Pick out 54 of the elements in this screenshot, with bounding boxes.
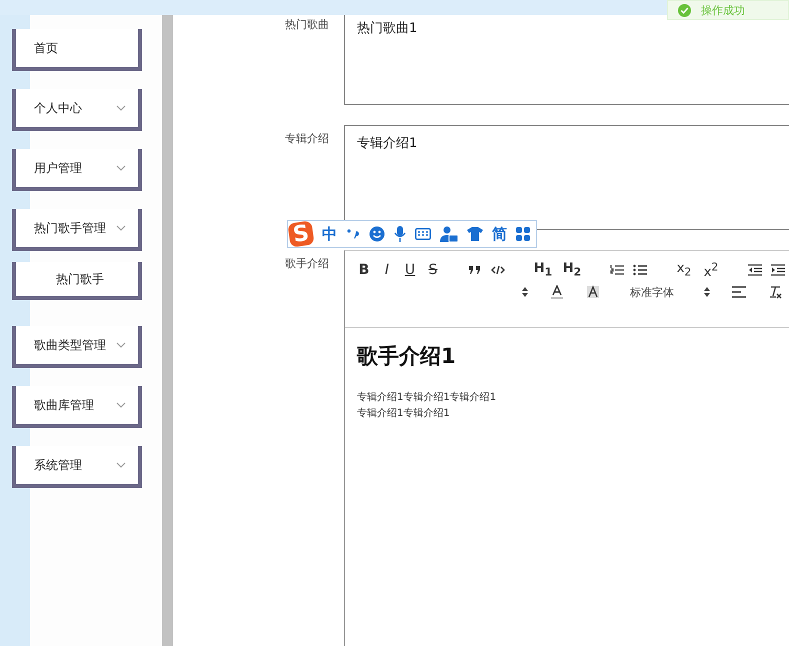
- chevron-down-icon: [116, 402, 126, 408]
- chevron-down-icon: [116, 462, 126, 468]
- highlight-icon[interactable]: [586, 285, 600, 299]
- field-label: 歌手介绍: [285, 256, 330, 272]
- heading-button[interactable]: H$_{2}$: [562, 261, 582, 279]
- emoji-icon[interactable]: [369, 226, 385, 242]
- menu-item[interactable]: 首页: [12, 29, 142, 71]
- italic-button[interactable]: I: [380, 262, 394, 278]
- text-color-icon[interactable]: [550, 285, 564, 299]
- chevron-down-icon: [116, 225, 126, 231]
- ordered-list-icon[interactable]: [610, 264, 624, 276]
- shirt-icon[interactable]: [467, 227, 483, 241]
- strikethrough-button[interactable]: S: [426, 262, 440, 278]
- punctuation-icon[interactable]: [346, 227, 360, 241]
- ime-mode-toggle[interactable]: 中: [322, 224, 337, 244]
- heading-button[interactable]: H$_{1}$: [533, 261, 553, 279]
- ime-toolbar[interactable]: S 中 简: [287, 220, 537, 248]
- select-arrows-icon[interactable]: [522, 287, 528, 297]
- menu-item[interactable]: 用户管理: [12, 149, 142, 191]
- editor-heading: 歌手介绍1: [357, 343, 457, 370]
- keyboard-icon[interactable]: [415, 228, 431, 240]
- indent-icon[interactable]: [771, 264, 785, 276]
- check-circle-icon: [678, 4, 691, 16]
- menu-item[interactable]: 系统管理: [12, 446, 142, 488]
- editor-paragraph: 专辑介绍1专辑介绍1: [357, 406, 451, 421]
- underline-button[interactable]: U: [403, 262, 417, 278]
- microphone-icon[interactable]: [394, 226, 406, 242]
- subscript-button[interactable]: x$_{2}$: [675, 261, 693, 279]
- menu-item[interactable]: 热门歌手管理: [12, 209, 142, 251]
- submenu-item[interactable]: 热门歌手: [12, 262, 142, 300]
- bullet-list-icon[interactable]: [633, 264, 647, 276]
- chevron-down-icon: [116, 105, 126, 111]
- grid-icon[interactable]: [516, 227, 530, 241]
- menu-item[interactable]: 个人中心: [12, 89, 142, 131]
- code-icon[interactable]: [491, 265, 505, 275]
- field-label: 专辑介绍: [285, 131, 330, 147]
- bold-button[interactable]: B: [357, 262, 371, 278]
- quote-icon[interactable]: [468, 265, 482, 275]
- menu-item[interactable]: 歌曲类型管理: [12, 326, 142, 368]
- outdent-icon[interactable]: [748, 264, 762, 276]
- field-label: 热门歌曲: [285, 17, 330, 33]
- user-icon[interactable]: [440, 226, 458, 242]
- toast-message: 操作成功: [701, 2, 745, 18]
- font-select[interactable]: 标准字体: [630, 284, 710, 300]
- scrollbar[interactable]: [162, 15, 173, 646]
- menu-item[interactable]: 歌曲库管理: [12, 386, 142, 428]
- clear-format-icon[interactable]: [768, 285, 782, 299]
- editor-paragraph: 专辑介绍1专辑介绍1专辑介绍1: [357, 390, 498, 405]
- rich-text-editor[interactable]: B I U S H$_{1}$ H$_{2}$ x$_{2}$ x$^{2}$ 标准字体 歌手介绍1 专辑介绍1专辑介绍1专辑介绍1 专辑介绍1专辑介绍1: [344, 250, 789, 646]
- chevron-down-icon: [116, 342, 126, 348]
- align-icon[interactable]: [732, 286, 746, 298]
- superscript-button[interactable]: x$^{2}$: [702, 260, 720, 280]
- select-arrows-icon: [704, 287, 710, 297]
- chevron-down-icon: [116, 165, 126, 171]
